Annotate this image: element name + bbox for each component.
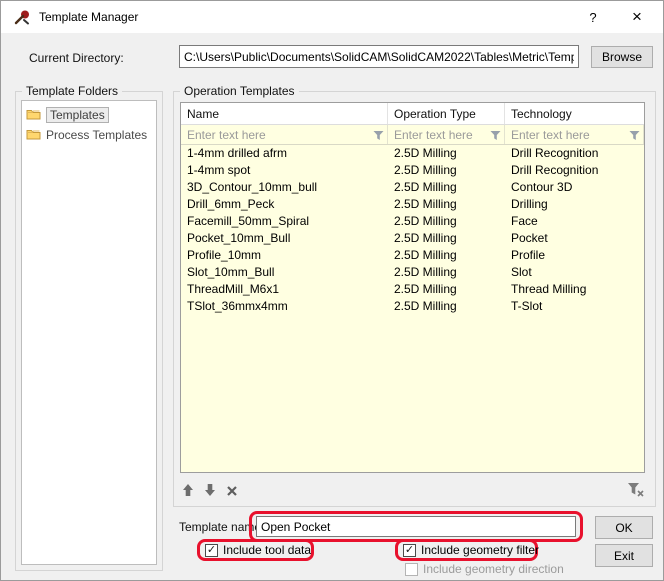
table-row[interactable]: 3D_Contour_10mm_bull 2.5D Milling Contou…: [181, 179, 644, 196]
cell-operation-type: 2.5D Milling: [388, 298, 505, 315]
template-name-input[interactable]: [256, 516, 576, 537]
table-row[interactable]: TSlot_36mmx4mm 2.5D Milling T-Slot: [181, 298, 644, 315]
cell-technology: Thread Milling: [505, 281, 644, 298]
filter-funnel-icon[interactable]: [373, 130, 384, 144]
table-row[interactable]: 1-4mm drilled afrm 2.5D Milling Drill Re…: [181, 145, 644, 162]
table-body: 1-4mm drilled afrm 2.5D Milling Drill Re…: [181, 145, 644, 472]
include-tool-data-annotation: ✓ Include tool data: [197, 539, 314, 561]
cell-name: Slot_10mm_Bull: [181, 264, 388, 281]
include-geometry-filter-checkbox[interactable]: ✓: [403, 544, 416, 557]
cell-technology: Drill Recognition: [505, 162, 644, 179]
cell-operation-type: 2.5D Milling: [388, 281, 505, 298]
filter-input-technology[interactable]: Enter text here: [505, 125, 644, 144]
cell-technology: Drill Recognition: [505, 145, 644, 162]
cell-operation-type: 2.5D Milling: [388, 179, 505, 196]
template-name-annotation: [249, 511, 583, 542]
column-header-technology[interactable]: Technology: [505, 103, 644, 124]
app-icon: [14, 9, 31, 26]
cell-technology: Pocket: [505, 230, 644, 247]
template-folders-list: Templates Process Templates: [21, 100, 157, 565]
cell-name: Drill_6mm_Peck: [181, 196, 388, 213]
table-row[interactable]: Profile_10mm 2.5D Milling Profile: [181, 247, 644, 264]
filter-placeholder: Enter text here: [187, 128, 266, 142]
move-up-button[interactable]: [179, 481, 197, 499]
include-geometry-direction-label: Include geometry direction: [423, 562, 564, 576]
clear-filter-icon[interactable]: [626, 480, 644, 498]
include-geometry-filter-label: Include geometry filter: [421, 543, 539, 557]
help-button[interactable]: ?: [575, 1, 611, 33]
cell-operation-type: 2.5D Milling: [388, 230, 505, 247]
cell-operation-type: 2.5D Milling: [388, 247, 505, 264]
include-geometry-direction-row: Include geometry direction: [405, 561, 564, 577]
table-header-row: Name Operation Type Technology: [181, 103, 644, 125]
folder-item-process-templates[interactable]: Process Templates: [22, 125, 156, 145]
close-button[interactable]: ×: [619, 1, 655, 33]
table-row[interactable]: Slot_10mm_Bull 2.5D Milling Slot: [181, 264, 644, 281]
cell-technology: Face: [505, 213, 644, 230]
cell-name: 3D_Contour_10mm_bull: [181, 179, 388, 196]
filter-funnel-icon[interactable]: [490, 130, 501, 144]
exit-button[interactable]: Exit: [595, 544, 653, 567]
cell-technology: Drilling: [505, 196, 644, 213]
filter-input-operation-type[interactable]: Enter text here: [388, 125, 505, 144]
cell-name: 1-4mm spot: [181, 162, 388, 179]
table-row[interactable]: 1-4mm spot 2.5D Milling Drill Recognitio…: [181, 162, 644, 179]
table-row[interactable]: Pocket_10mm_Bull 2.5D Milling Pocket: [181, 230, 644, 247]
titlebar: Template Manager ? ×: [1, 1, 663, 33]
cell-technology: Slot: [505, 264, 644, 281]
column-header-name[interactable]: Name: [181, 103, 388, 124]
operation-templates-group: Operation Templates Name Operation Type …: [173, 91, 656, 507]
current-directory-input[interactable]: [179, 45, 579, 68]
ok-button[interactable]: OK: [595, 516, 653, 539]
cell-operation-type: 2.5D Milling: [388, 196, 505, 213]
include-geometry-direction-checkbox[interactable]: [405, 563, 418, 576]
cell-name: 1-4mm drilled afrm: [181, 145, 388, 162]
filter-placeholder: Enter text here: [511, 128, 590, 142]
operation-templates-table: Name Operation Type Technology Enter tex…: [180, 102, 645, 473]
folder-icon: [26, 128, 41, 143]
cell-operation-type: 2.5D Milling: [388, 213, 505, 230]
cell-operation-type: 2.5D Milling: [388, 162, 505, 179]
filter-placeholder: Enter text here: [394, 128, 473, 142]
include-tool-data-checkbox[interactable]: ✓: [205, 544, 218, 557]
filter-input-name[interactable]: Enter text here: [181, 125, 388, 144]
template-manager-dialog: Template Manager ? × Current Directory: …: [0, 0, 664, 581]
cell-technology: Profile: [505, 247, 644, 264]
window-title: Template Manager: [39, 10, 138, 24]
folder-icon: [26, 108, 41, 123]
table-row[interactable]: ThreadMill_M6x1 2.5D Milling Thread Mill…: [181, 281, 644, 298]
filter-funnel-icon[interactable]: [629, 130, 640, 144]
include-geometry-filter-annotation: ✓ Include geometry filter: [395, 539, 538, 561]
browse-button[interactable]: Browse: [591, 46, 653, 68]
table-row[interactable]: Facemill_50mm_Spiral 2.5D Milling Face: [181, 213, 644, 230]
folder-item-label: Process Templates: [46, 128, 147, 142]
cell-name: Facemill_50mm_Spiral: [181, 213, 388, 230]
delete-button[interactable]: [223, 482, 241, 500]
folder-item-label: Templates: [46, 107, 109, 123]
table-row[interactable]: Drill_6mm_Peck 2.5D Milling Drilling: [181, 196, 644, 213]
cell-name: Profile_10mm: [181, 247, 388, 264]
operation-templates-group-title: Operation Templates: [180, 84, 299, 98]
cell-technology: T-Slot: [505, 298, 644, 315]
template-folders-group: Template Folders Templates Process Templ…: [15, 91, 163, 571]
template-folders-group-title: Template Folders: [22, 84, 122, 98]
current-directory-label: Current Directory:: [29, 51, 124, 65]
cell-operation-type: 2.5D Milling: [388, 145, 505, 162]
column-header-operation-type[interactable]: Operation Type: [388, 103, 505, 124]
table-filter-row: Enter text here Enter text here Enter te…: [181, 125, 644, 145]
cell-name: ThreadMill_M6x1: [181, 281, 388, 298]
cell-name: Pocket_10mm_Bull: [181, 230, 388, 247]
move-down-button[interactable]: [201, 481, 219, 499]
cell-technology: Contour 3D: [505, 179, 644, 196]
cell-name: TSlot_36mmx4mm: [181, 298, 388, 315]
folder-item-templates[interactable]: Templates: [22, 105, 156, 125]
include-tool-data-label: Include tool data: [223, 543, 311, 557]
cell-operation-type: 2.5D Milling: [388, 264, 505, 281]
